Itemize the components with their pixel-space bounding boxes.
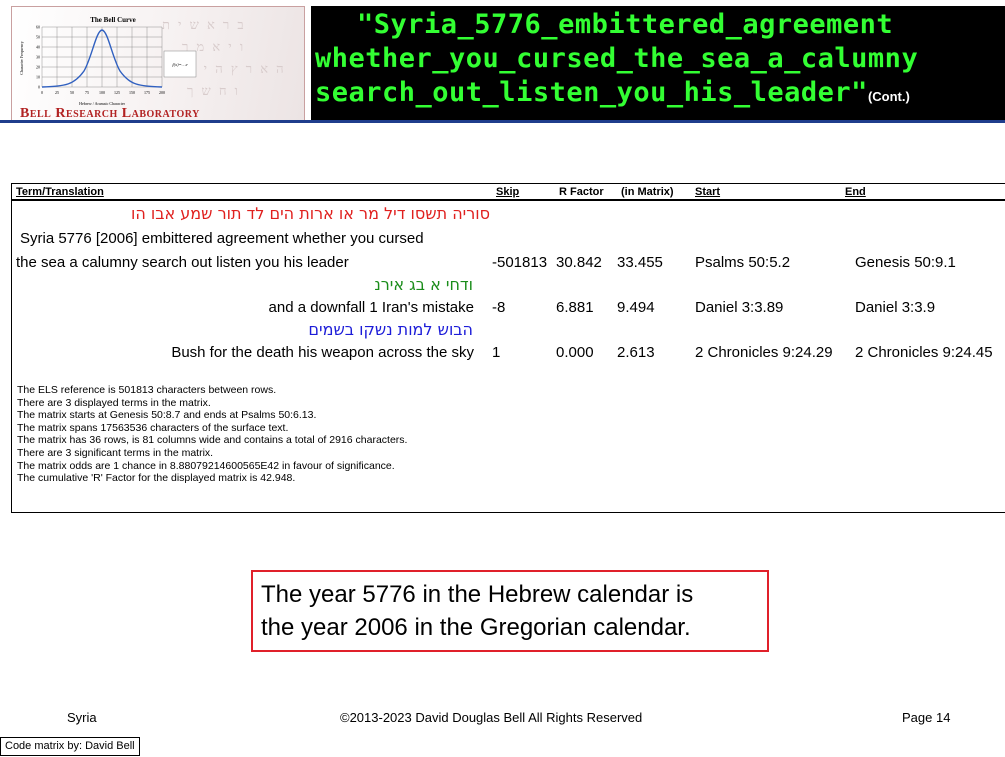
bell-curve-ytick: 20	[36, 65, 40, 70]
bell-curve-xtick: 150	[129, 90, 135, 95]
col-term: Term/Translation	[16, 186, 104, 198]
bell-curve-ytick: 10	[36, 75, 40, 80]
start-value: Psalms 50:5.2	[695, 254, 791, 271]
skip-value: 1	[492, 344, 501, 361]
start-value: 2 Chronicles 9:24.29	[695, 344, 833, 361]
in-matrix-value: 33.455	[617, 254, 663, 271]
table-header-rule	[12, 199, 1005, 201]
slide-title: "Syria_5776_embittered_agreement whether…	[311, 6, 1005, 120]
bell-curve-xtick: 200	[159, 90, 165, 95]
bell-curve-chart-icon: The Bell Curve Character Frequency 60 50 4…	[19, 16, 197, 105]
hebrew-term: הבוש למות נשקו בשמים	[308, 320, 473, 339]
bell-curve-xtick: 175	[144, 90, 150, 95]
end-value: Genesis 50:9.1	[855, 254, 956, 271]
rfactor-value: 6.881	[556, 299, 594, 316]
note-line: There are 3 significant terms in the mat…	[17, 446, 214, 459]
translation-text: Bush for the death his weapon across the…	[171, 344, 474, 361]
rfactor-value: 30.842	[556, 254, 602, 271]
credit-label: Code matrix by: David Bell	[0, 737, 140, 756]
note-line: There are 3 displayed terms in the matri…	[17, 396, 211, 409]
bell-curve-ylabel: Character Frequency	[19, 41, 24, 74]
col-end: End	[845, 186, 866, 198]
bell-curve-title: The Bell Curve	[90, 16, 136, 24]
matrix-notes: The ELS reference is 501813 characters b…	[17, 384, 407, 485]
bell-research-logo: ב ר א ש י ת ו י א מ ר ה א ר ץ ה י ת ה ו …	[11, 6, 305, 121]
end-value: 2 Chronicles 9:24.45	[855, 344, 993, 361]
title-line-3-text: search_out_listen_you_his_leader"	[315, 77, 868, 108]
title-line-1: "Syria_5776_embittered_agreement	[357, 9, 894, 40]
translation-text: Syria 5776 [2006] embittered agreement w…	[20, 230, 424, 247]
bell-curve-ytick: 30	[36, 55, 40, 60]
col-skip: Skip	[496, 186, 520, 198]
skip-value: -501813	[492, 254, 548, 271]
hebrew-term: ודחי א בג אירנ	[374, 275, 473, 294]
title-line-2: whether_you_cursed_the_sea_a_calumny	[315, 43, 919, 74]
note-line: The matrix odds are 1 chance in 8.880792…	[17, 459, 395, 472]
col-rfactor: R Factor	[559, 186, 604, 198]
header-divider	[0, 120, 1005, 123]
callout-line-2: the year 2006 in the Gregorian calendar.	[261, 614, 691, 641]
bell-curve-ytick: 0	[38, 85, 40, 90]
note-line: The matrix spans 17563536 characters of …	[17, 421, 289, 434]
col-in-matrix: (in Matrix)	[621, 186, 674, 198]
callout-line-1: The year 5776 in the Hebrew calendar is	[261, 581, 694, 608]
bell-curve-xtick: 50	[70, 90, 74, 95]
bell-curve-ytick: 40	[36, 45, 40, 50]
translation-text: the sea a calumny search out listen you …	[16, 254, 349, 271]
bell-curve-xlabel: Hebrew / Aramaic Character	[79, 101, 126, 105]
bell-curve-xtick: 125	[114, 90, 120, 95]
note-line: The matrix has 36 rows, is 81 columns wi…	[17, 434, 408, 447]
skip-value: -8	[492, 299, 506, 316]
rfactor-value: 0.000	[556, 344, 594, 361]
bell-curve-xtick: 0	[41, 90, 43, 95]
note-line: The matrix starts at Genesis 50:8.7 and …	[17, 409, 317, 422]
hebrew-term: סוריה תשסו דיל מר או ארות הים לד תור שמע…	[130, 204, 490, 223]
in-matrix-value: 2.613	[617, 344, 655, 361]
note-line: The cumulative 'R' Factor for the displa…	[17, 472, 296, 485]
bell-curve-ytick: 60	[36, 25, 40, 30]
translation-text: and a downfall 1 Iran's mistake	[268, 299, 474, 316]
lab-name: Bell Research Laboratory	[20, 106, 200, 121]
start-value: Daniel 3:3.89	[695, 299, 784, 316]
page-number: Page 14	[902, 710, 951, 725]
footer-copyright: ©2013-2023 David Douglas Bell All Rights…	[340, 710, 643, 725]
svg-text:f(x)=…e: f(x)=…e	[172, 62, 187, 67]
bell-curve-xtick: 75	[85, 90, 89, 95]
end-value: Daniel 3:3.9	[855, 299, 936, 316]
bell-curve-xtick: 100	[99, 90, 105, 95]
matrix-panel: Term/Translation Skip R Factor (in Matri…	[11, 183, 1005, 513]
bell-curve-ytick: 50	[36, 35, 40, 40]
title-line-3: search_out_listen_you_his_leader"(Cont.)	[315, 77, 910, 108]
footer-section-name: Syria	[67, 710, 97, 725]
in-matrix-value: 9.494	[617, 299, 655, 316]
note-line: The ELS reference is 501813 characters b…	[17, 384, 277, 396]
title-continued-label: (Cont.)	[867, 89, 910, 104]
bell-curve-xtick: 25	[55, 90, 59, 95]
col-start: Start	[695, 186, 721, 198]
calendar-callout: The year 5776 in the Hebrew calendar is …	[251, 570, 769, 652]
